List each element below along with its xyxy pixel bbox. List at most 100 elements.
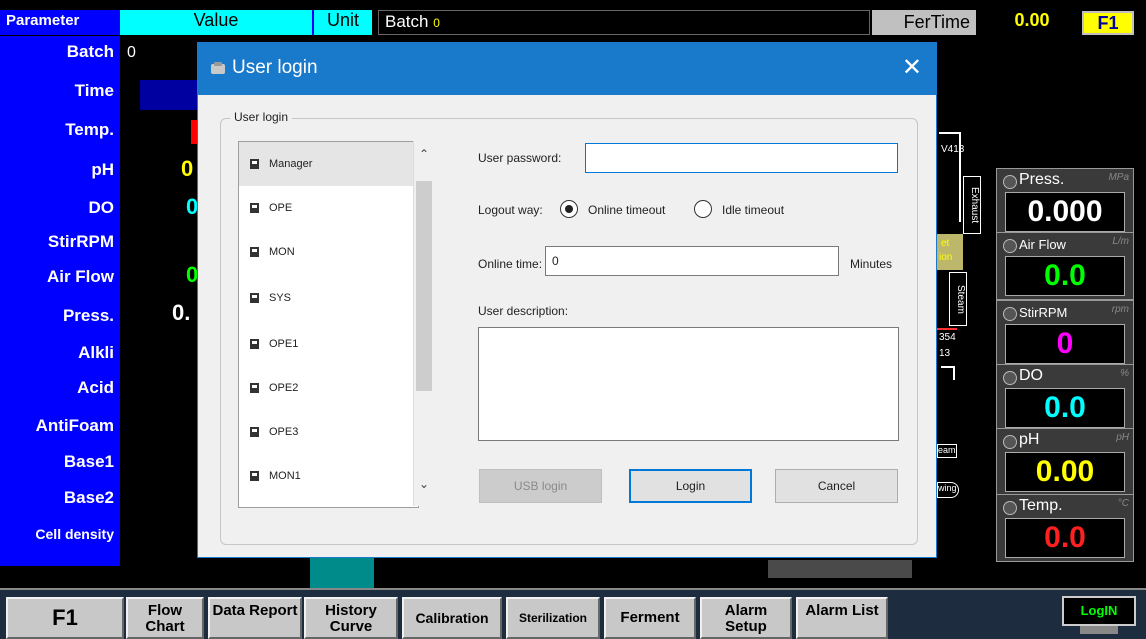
- gauge-temp[interactable]: Temp. °C 0.0: [996, 494, 1134, 562]
- alarm-setup-button[interactable]: Alarm Setup: [700, 597, 792, 639]
- user-icon: [211, 62, 225, 74]
- eam-label: eam: [937, 444, 957, 458]
- wing-label: wing: [937, 482, 959, 498]
- user-login-dialog: User login ✕ User login Manager OPE MON …: [197, 42, 937, 558]
- online-timeout-label: Online timeout: [588, 203, 666, 217]
- chevron-up-icon[interactable]: ⌃: [417, 147, 431, 161]
- gauge-unit: °C: [1117, 498, 1129, 509]
- online-time-field[interactable]: [545, 246, 839, 276]
- batch-value: 0: [433, 16, 440, 30]
- status-lamp-icon: [1003, 501, 1017, 515]
- flow-chart-button[interactable]: Flow Chart: [126, 597, 204, 639]
- gauge-press[interactable]: Press. MPa 0.000: [996, 168, 1134, 236]
- gauge-name: DO: [1019, 367, 1043, 384]
- param-ph: pH: [91, 160, 114, 179]
- user-icon: [250, 383, 259, 393]
- cancel-button[interactable]: Cancel: [775, 469, 898, 503]
- gauge-airflow[interactable]: Air Flow L/m 0.0: [996, 232, 1134, 300]
- list-item[interactable]: MON1: [239, 454, 415, 498]
- param-press: Press.: [62, 306, 114, 325]
- calibration-button[interactable]: Calibration: [402, 597, 502, 639]
- gauge-unit: %: [1120, 368, 1129, 379]
- sterilization-button[interactable]: Sterilization: [506, 597, 600, 639]
- group-label: User login: [230, 110, 293, 124]
- param-airflow: Air Flow: [46, 267, 114, 286]
- history-curve-button[interactable]: History Curve: [304, 597, 398, 639]
- param-batch: Batch: [66, 42, 114, 61]
- gauge-unit: pH: [1116, 432, 1129, 443]
- gauge-name: Air Flow: [1019, 237, 1066, 252]
- idle-timeout-radio[interactable]: [694, 200, 712, 218]
- gauge-value: 0.00: [1005, 452, 1125, 492]
- gauge-stirrpm[interactable]: StirRPM rpm 0: [996, 300, 1134, 368]
- gauge-name: pH: [1019, 431, 1040, 448]
- status-lamp-icon: [1003, 175, 1017, 189]
- param-base2: Base2: [63, 488, 114, 507]
- user-name: OPE1: [269, 338, 299, 350]
- close-icon[interactable]: ✕: [902, 53, 922, 82]
- user-icon: [250, 293, 259, 303]
- time-value-box: [140, 80, 197, 110]
- user-name: MON: [269, 246, 295, 258]
- user-list-scrollbar[interactable]: ⌃ ⌄: [413, 141, 434, 506]
- header-value: Value: [120, 10, 312, 35]
- f1-indicator[interactable]: F1: [1082, 11, 1134, 35]
- user-name: Manager: [269, 158, 313, 170]
- gauge-value: 0.000: [1005, 192, 1125, 232]
- gauge-unit: L/m: [1112, 236, 1129, 247]
- param-time: Time: [74, 81, 114, 100]
- user-icon: [250, 471, 259, 481]
- online-timeout-radio[interactable]: [560, 200, 578, 218]
- parameter-column: Batch Time Temp. pH DO StirRPM Air Flow …: [0, 36, 120, 566]
- process-diagram-fragment: V413 Exhaust et ion Steam 354 13 eam win…: [937, 132, 995, 498]
- header-parameter: Parameter: [0, 10, 120, 35]
- user-icon: [250, 203, 259, 213]
- login-monitor-button[interactable]: LogIN: [1062, 596, 1136, 626]
- param-do: DO: [88, 198, 115, 217]
- idle-timeout-label: Idle timeout: [722, 203, 785, 217]
- usb-login-button[interactable]: USB login: [479, 469, 602, 503]
- batch-label: Batch: [385, 12, 429, 31]
- scrollbar-thumb[interactable]: [416, 181, 432, 391]
- param-base1: Base1: [63, 452, 114, 471]
- user-icon: [250, 339, 259, 349]
- description-label: User description:: [478, 304, 569, 318]
- ferment-button[interactable]: Ferment: [604, 597, 696, 639]
- status-lamp-icon: [1003, 239, 1017, 253]
- user-name: OPE2: [269, 382, 299, 394]
- gauge-do[interactable]: DO % 0.0: [996, 364, 1134, 432]
- param-value-ph: 0: [181, 156, 194, 181]
- data-report-button[interactable]: Data Report: [208, 597, 302, 639]
- param-value-batch: 0: [127, 44, 136, 61]
- gauge-value: 0.0: [1005, 518, 1125, 558]
- description-field[interactable]: [478, 327, 899, 441]
- list-item[interactable]: OPE1: [239, 322, 415, 366]
- n354-label: 354: [939, 332, 956, 343]
- param-alkli: Alkli: [78, 343, 114, 362]
- status-lamp-icon: [1003, 371, 1017, 385]
- list-item[interactable]: SYS: [239, 276, 415, 320]
- list-item[interactable]: OPE3: [239, 410, 415, 454]
- chevron-down-icon[interactable]: ⌄: [417, 477, 431, 491]
- f1-button[interactable]: F1: [6, 597, 124, 639]
- list-item[interactable]: OPE2: [239, 366, 415, 410]
- dialog-title: User login: [232, 57, 318, 78]
- user-icon: [250, 427, 259, 437]
- param-acid: Acid: [77, 378, 114, 397]
- login-button[interactable]: Login: [629, 469, 752, 503]
- gauge-ph[interactable]: pH pH 0.00: [996, 428, 1134, 496]
- user-list[interactable]: Manager OPE MON SYS OPE1 OPE2 OPE3 MON1: [238, 141, 419, 508]
- password-field[interactable]: [585, 143, 898, 173]
- fertime-value: 0.00: [1014, 10, 1050, 30]
- header-unit: Unit: [312, 10, 372, 35]
- list-item[interactable]: MON: [239, 230, 415, 274]
- gauge-value: 0.0: [1005, 256, 1125, 296]
- list-item[interactable]: Manager: [239, 142, 415, 186]
- user-name: OPE: [269, 202, 293, 214]
- user-name: MON1: [269, 470, 301, 482]
- user-icon: [250, 247, 259, 257]
- user-name: OPE3: [269, 426, 299, 438]
- alarm-list-button[interactable]: Alarm List: [796, 597, 888, 639]
- user-icon: [250, 159, 259, 169]
- list-item[interactable]: OPE: [239, 186, 415, 230]
